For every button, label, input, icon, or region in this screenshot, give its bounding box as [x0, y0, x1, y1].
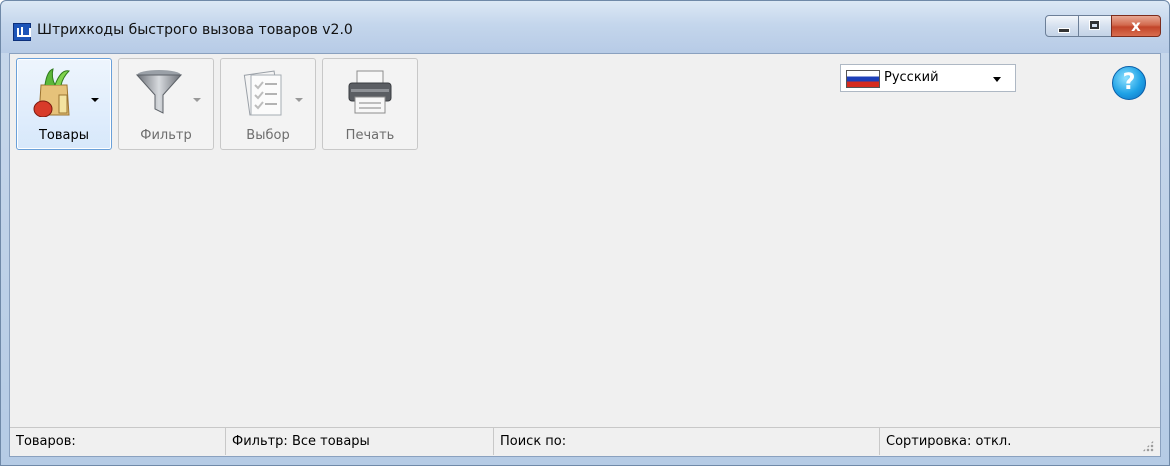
close-icon: x — [1131, 17, 1141, 35]
filter-button[interactable]: Фильтр — [118, 58, 214, 150]
russia-flag-icon — [846, 70, 880, 88]
print-button[interactable]: Печать — [322, 58, 418, 150]
minimize-button[interactable] — [1045, 15, 1079, 37]
status-filter: Фильтр: Все товары — [226, 428, 494, 455]
products-button-label: Товары — [38, 128, 90, 143]
language-select[interactable]: Русский — [840, 64, 1016, 92]
close-button[interactable]: x — [1111, 15, 1161, 37]
help-button[interactable]: ? — [1112, 66, 1146, 100]
groceries-bag-icon — [33, 68, 70, 117]
app-window: Штрихкоды быстрого вызова товаров v2.0 x — [0, 0, 1170, 466]
status-bar: Товаров: Фильтр: Все товары Поиск по: Со… — [10, 427, 1160, 456]
chevron-down-icon — [295, 98, 303, 102]
select-button[interactable]: Выбор — [220, 58, 316, 150]
printer-icon — [348, 70, 392, 114]
chevron-down-icon — [193, 98, 201, 102]
checklist-clipboard-icon — [243, 70, 282, 116]
content-area — [10, 156, 1160, 428]
language-select-value: Русский — [884, 70, 939, 85]
status-search: Поиск по: — [494, 428, 880, 455]
client-area: Товары Фильтр Выбор Печать Русский ? Тов… — [9, 53, 1161, 457]
caption-buttons: x — [1045, 15, 1161, 39]
filter-button-label: Фильтр — [140, 128, 192, 143]
window-title: Штрихкоды быстрого вызова товаров v2.0 — [37, 22, 353, 38]
toolbar: Товары Фильтр Выбор Печать Русский ? — [10, 54, 1160, 156]
question-mark-icon: ? — [1122, 70, 1136, 95]
maximize-button[interactable] — [1078, 15, 1112, 37]
chevron-down-icon — [91, 98, 99, 102]
select-button-label: Выбор — [246, 128, 290, 143]
status-items-count: Товаров: — [10, 428, 226, 455]
chevron-down-icon[interactable] — [993, 77, 1001, 82]
app-logo-icon[interactable] — [13, 23, 31, 41]
title-bar[interactable]: Штрихкоды быстрого вызова товаров v2.0 x — [1, 1, 1169, 53]
print-button-label: Печать — [345, 128, 395, 143]
products-button[interactable]: Товары — [16, 58, 112, 150]
funnel-filter-icon — [135, 70, 183, 114]
status-sort: Сортировка: откл. — [886, 434, 1012, 449]
